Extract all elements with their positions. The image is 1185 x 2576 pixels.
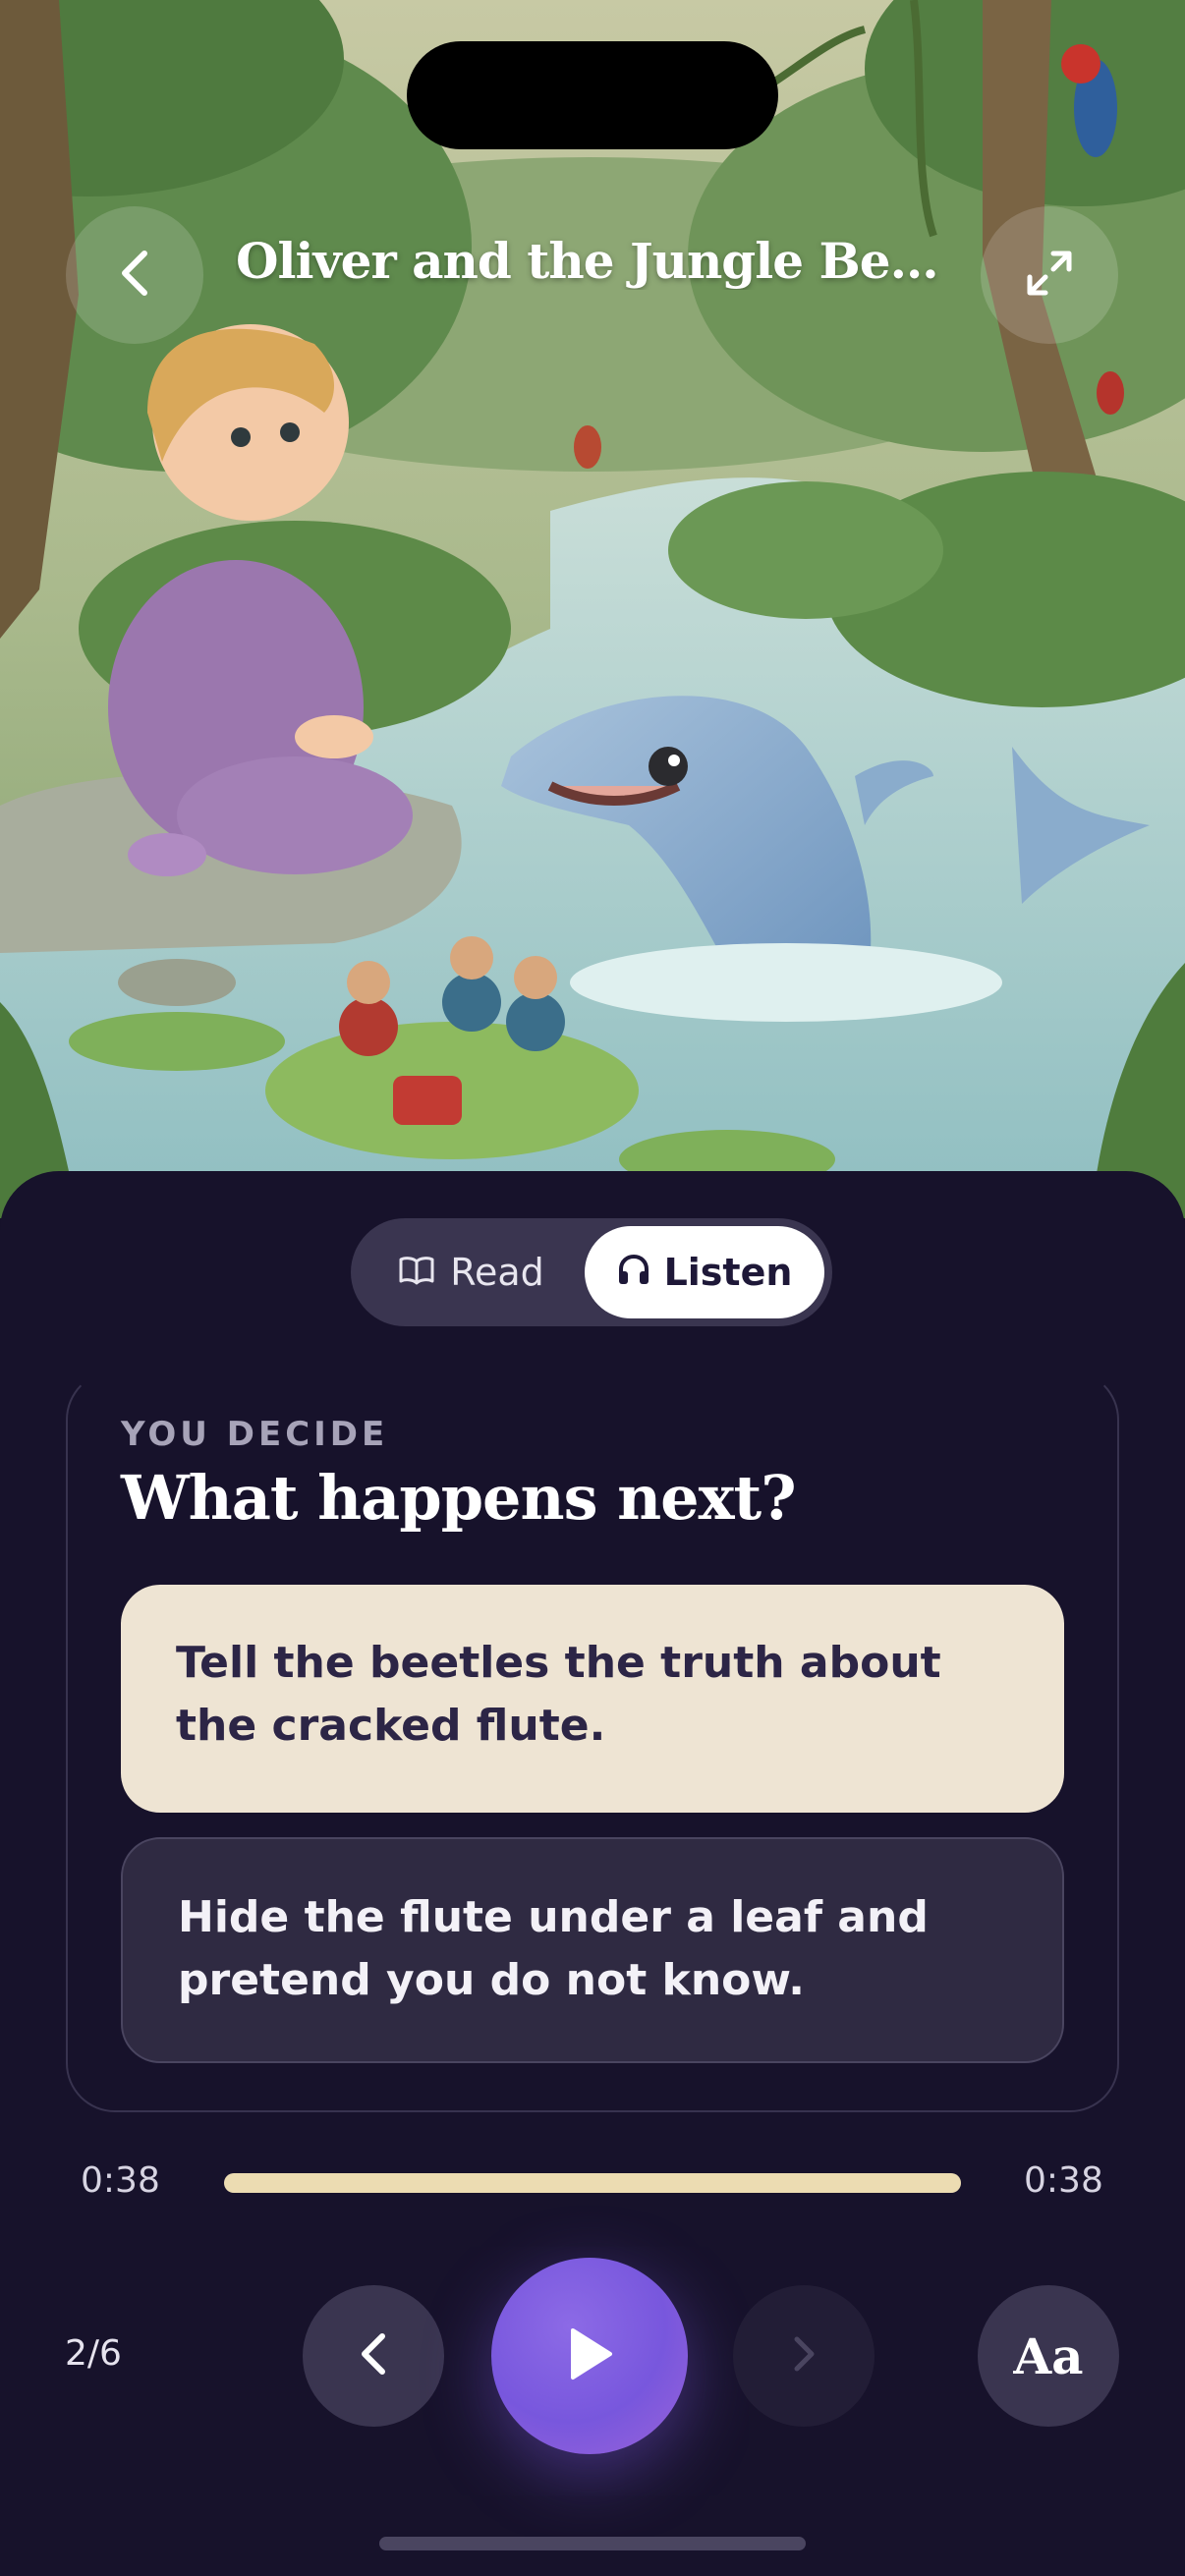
total-time: 0:38 bbox=[1024, 2160, 1103, 2201]
story-illustration bbox=[0, 0, 1185, 1218]
page-indicator: 2/6 bbox=[65, 2333, 122, 2374]
decision-eyebrow: YOU DECIDE bbox=[121, 1415, 389, 1454]
choice-option-2[interactable]: Hide the flute under a leaf and pretend … bbox=[121, 1837, 1064, 2063]
font-settings-button[interactable]: Aa bbox=[978, 2285, 1119, 2427]
chevron-left-icon bbox=[357, 2331, 390, 2380]
previous-page-button[interactable] bbox=[303, 2285, 444, 2427]
chevron-left-icon bbox=[115, 248, 154, 303]
jungle-scene-image bbox=[0, 0, 1185, 1218]
mode-toggle: Read Listen bbox=[351, 1218, 832, 1326]
font-settings-label: Aa bbox=[1013, 2326, 1084, 2385]
audio-progress-fill bbox=[224, 2173, 961, 2193]
chevron-right-icon bbox=[790, 2334, 818, 2378]
next-page-button[interactable] bbox=[733, 2285, 875, 2427]
audio-progress-bar[interactable] bbox=[224, 2173, 961, 2193]
read-mode-label: Read bbox=[450, 1251, 544, 1294]
read-mode-button[interactable]: Read bbox=[368, 1226, 575, 1318]
play-icon bbox=[565, 2326, 614, 2385]
listen-mode-button[interactable]: Listen bbox=[585, 1226, 824, 1318]
choice-option-text: Tell the beetles the truth about the cra… bbox=[176, 1638, 941, 1751]
expand-button[interactable] bbox=[981, 206, 1118, 344]
expand-arrows-icon bbox=[1024, 248, 1075, 303]
headphones-icon bbox=[617, 1251, 650, 1294]
current-time: 0:38 bbox=[81, 2160, 160, 2201]
book-open-icon bbox=[399, 1251, 434, 1294]
back-button[interactable] bbox=[66, 206, 203, 344]
choice-option-text: Hide the flute under a leaf and pretend … bbox=[178, 1892, 929, 2005]
choice-option-1[interactable]: Tell the beetles the truth about the cra… bbox=[121, 1585, 1064, 1813]
decision-title: What happens next? bbox=[121, 1462, 797, 1534]
story-title: Oliver and the Jungle Beetl... bbox=[236, 232, 949, 290]
listen-mode-label: Listen bbox=[663, 1251, 793, 1294]
dynamic-island bbox=[407, 41, 778, 149]
home-indicator bbox=[379, 2537, 806, 2550]
play-button[interactable] bbox=[491, 2258, 688, 2454]
